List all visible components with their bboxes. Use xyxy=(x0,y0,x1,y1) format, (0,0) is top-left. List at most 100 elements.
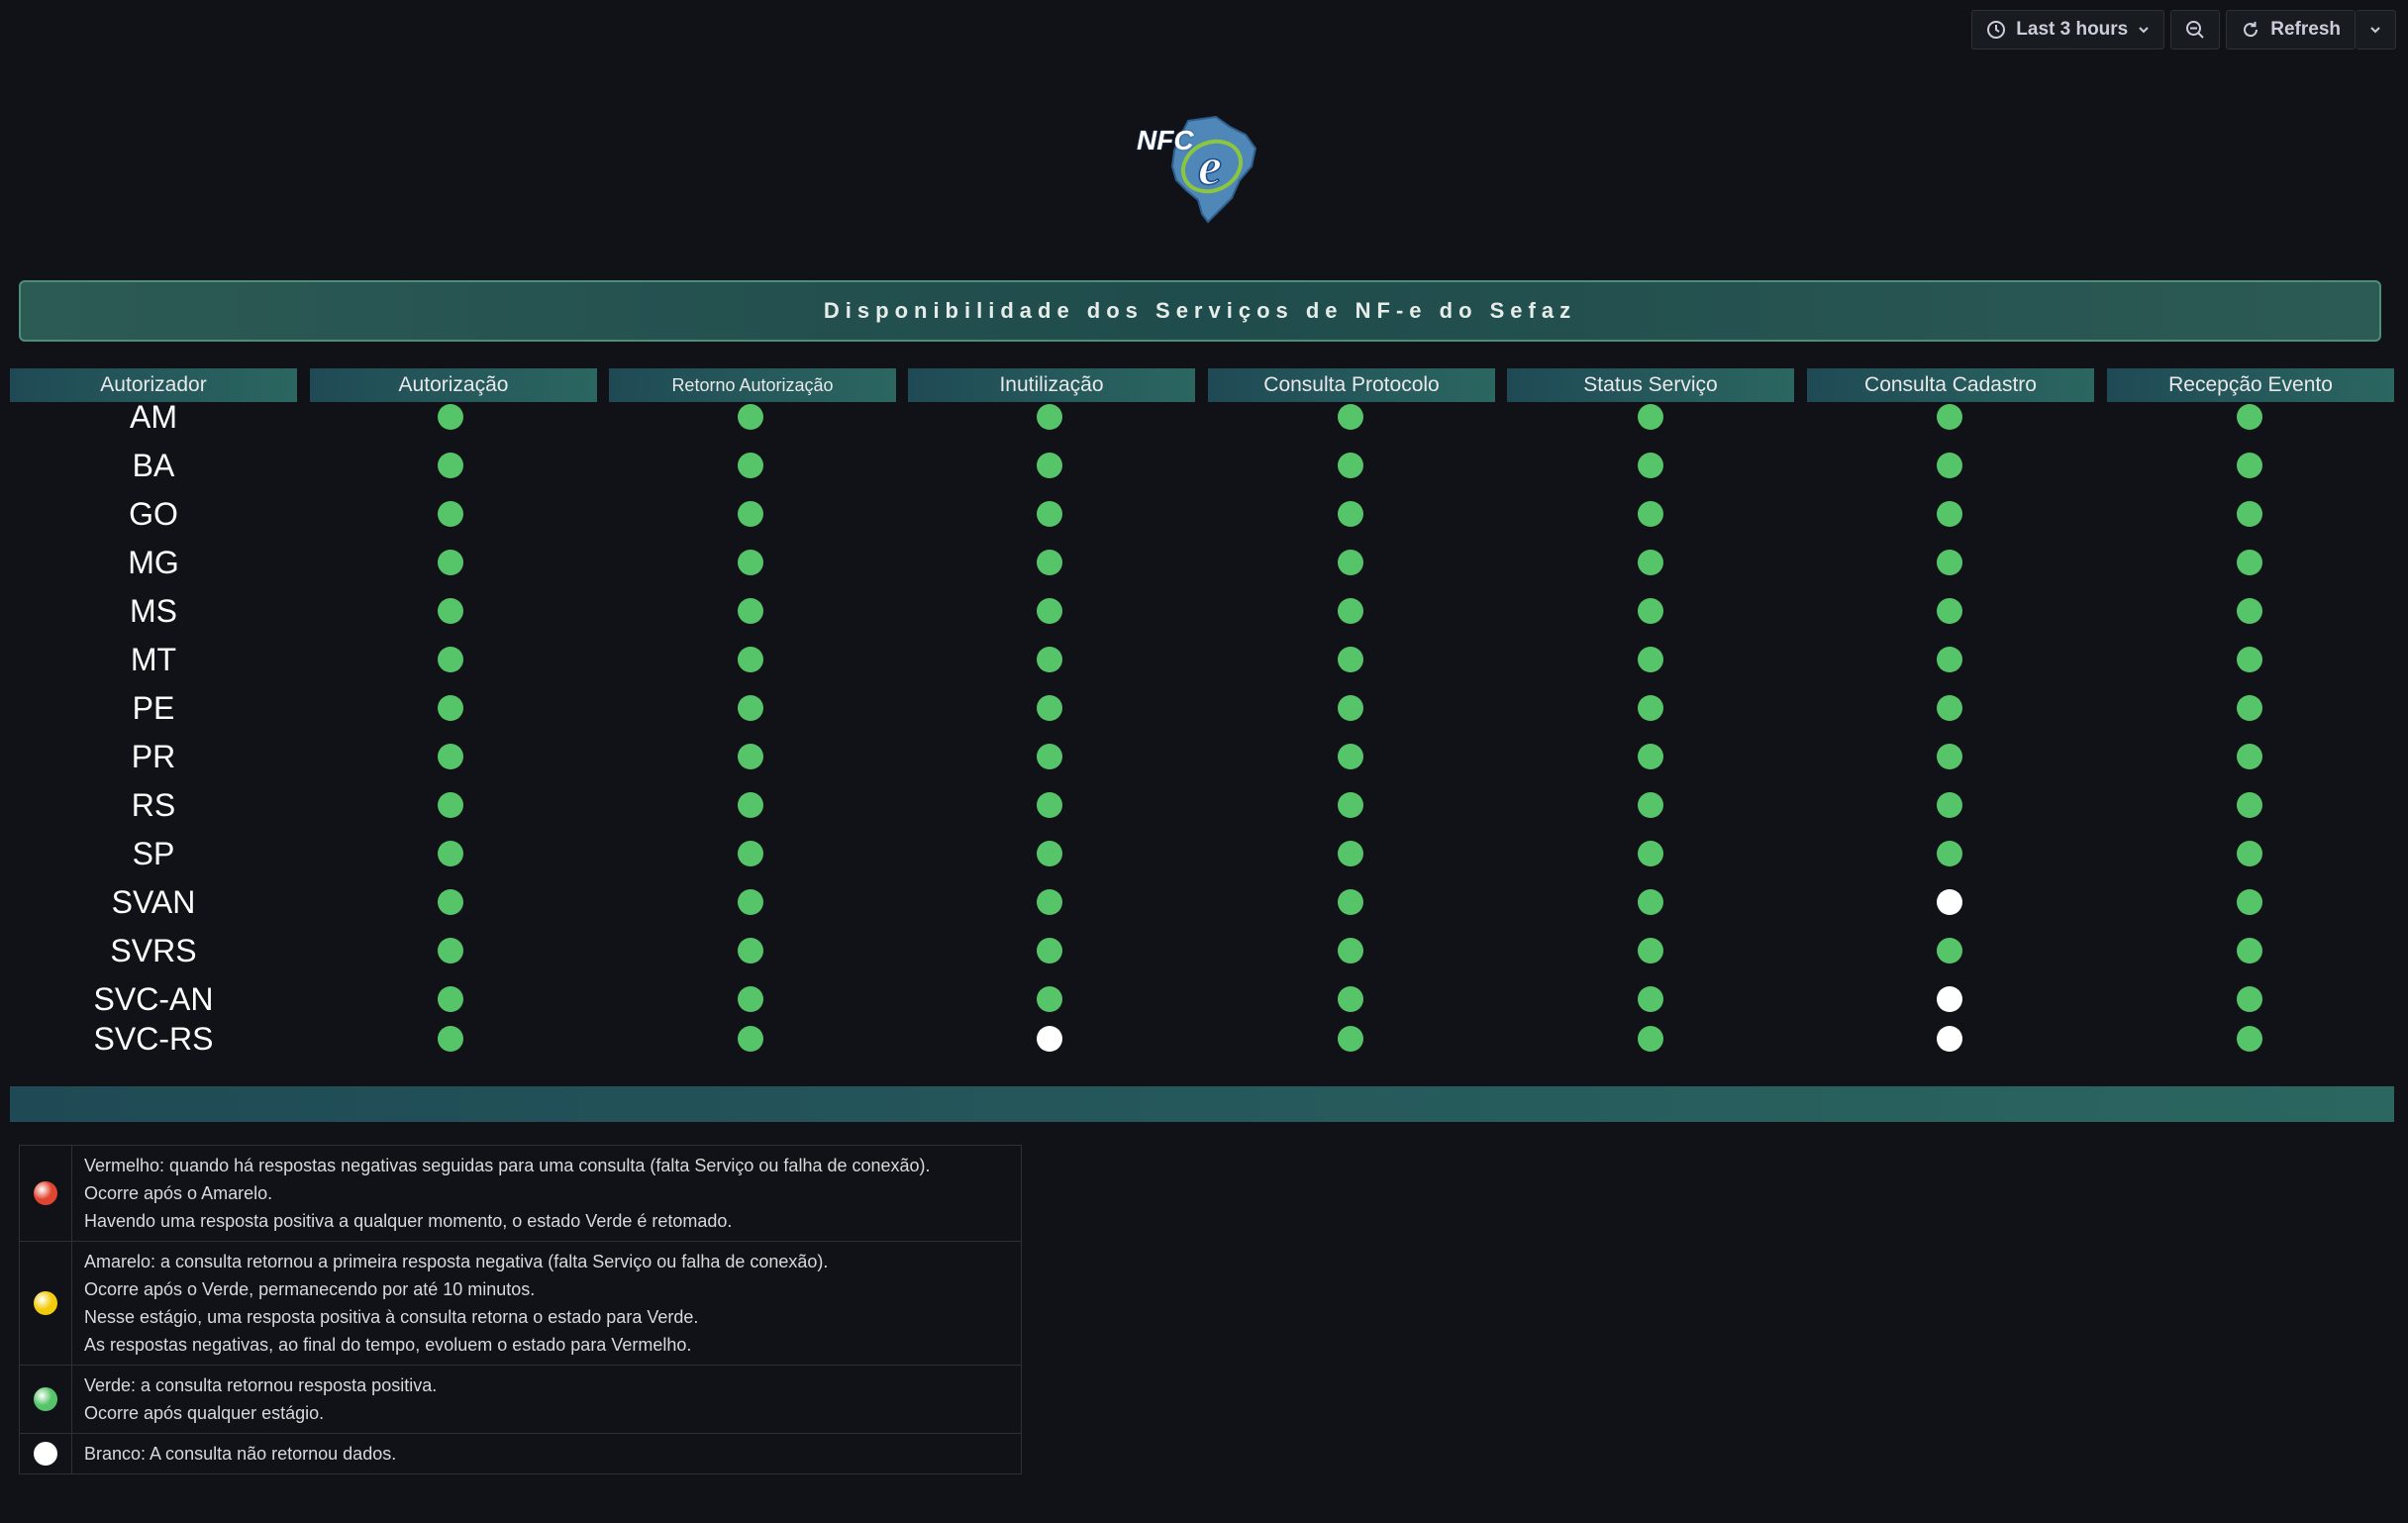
status-indicator-green xyxy=(438,453,463,478)
legend-icon-cell xyxy=(20,1242,72,1365)
zoom-out-icon xyxy=(2186,21,2204,39)
legend-line: Nesse estágio, uma resposta positiva à c… xyxy=(84,1307,699,1327)
status-indicator-green xyxy=(2237,501,2262,527)
status-indicator-green xyxy=(2237,453,2262,478)
time-range-label: Last 3 hours xyxy=(2016,19,2129,40)
status-indicator-green xyxy=(438,792,463,818)
status-indicator-green xyxy=(1937,550,1962,575)
status-indicator-green xyxy=(738,1026,763,1052)
autorizador-label: PR xyxy=(131,738,176,774)
status-indicator-green xyxy=(438,986,463,1012)
status-indicator-green xyxy=(1037,501,1062,527)
status-indicator-green xyxy=(1638,938,1663,964)
status-indicator-green xyxy=(438,841,463,866)
status-legend: Vermelho: quando há respostas negativas … xyxy=(19,1145,1022,1474)
refresh-label: Refresh xyxy=(2270,19,2341,40)
refresh-icon xyxy=(2244,22,2258,38)
status-indicator-green xyxy=(1338,1026,1363,1052)
status-indicator-green xyxy=(738,550,763,575)
chevron-down-icon xyxy=(2139,27,2149,34)
autorizador-label: MT xyxy=(130,641,177,677)
status-indicator-green xyxy=(1037,453,1062,478)
red-circle-icon xyxy=(34,1181,57,1205)
legend-item-yellow: Amarelo: a consulta retornou a primeira … xyxy=(20,1242,1021,1366)
status-indicator-green xyxy=(2237,938,2262,964)
table-row: AM xyxy=(0,397,2408,437)
legend-line: Havendo uma resposta positiva a qualquer… xyxy=(84,1211,733,1231)
table-row: RS xyxy=(0,785,2408,825)
status-indicator-green xyxy=(1338,453,1363,478)
status-indicator-green xyxy=(1638,695,1663,721)
dashboard-toolbar: Last 3 hours Refresh xyxy=(1971,10,2396,50)
status-indicator-green xyxy=(438,598,463,624)
status-indicator-green xyxy=(438,647,463,672)
status-indicator-green xyxy=(1937,404,1962,430)
status-indicator-green xyxy=(1037,695,1062,721)
status-indicator-green xyxy=(1638,550,1663,575)
status-indicator-green xyxy=(1937,841,1962,866)
autorizador-label: SVC-RS xyxy=(93,1020,214,1057)
status-indicator-green xyxy=(2237,792,2262,818)
table-row: SVAN xyxy=(0,882,2408,922)
status-indicator-green xyxy=(2237,647,2262,672)
status-indicator-green xyxy=(1638,598,1663,624)
refresh-group: Refresh xyxy=(2226,10,2396,50)
table-row: MS xyxy=(0,591,2408,631)
status-indicator-green xyxy=(1937,501,1962,527)
table-row: SP xyxy=(0,834,2408,873)
chevron-down-icon xyxy=(2370,27,2380,34)
logo-text: NFC xyxy=(1137,125,1194,155)
status-indicator-green xyxy=(1338,598,1363,624)
status-indicator-green xyxy=(1937,453,1962,478)
refresh-interval-dropdown[interactable] xyxy=(2356,10,2396,50)
status-indicator-green xyxy=(738,404,763,430)
clock-icon xyxy=(1987,21,2006,39)
table-row: SVC-AN xyxy=(0,979,2408,1019)
status-indicator-green xyxy=(1037,744,1062,769)
status-indicator-green xyxy=(738,938,763,964)
status-indicator-green xyxy=(1338,647,1363,672)
status-indicator-green xyxy=(1638,841,1663,866)
status-indicator-green xyxy=(1037,404,1062,430)
status-indicator-green xyxy=(1937,744,1962,769)
status-indicator-green xyxy=(738,744,763,769)
zoom-out-button[interactable] xyxy=(2170,10,2221,50)
status-indicator-green xyxy=(438,550,463,575)
status-indicator-green xyxy=(738,986,763,1012)
legend-text: Verde: a consulta retornou resposta posi… xyxy=(72,1366,449,1433)
status-indicator-white xyxy=(1037,1026,1062,1052)
legend-icon-cell xyxy=(20,1434,72,1473)
status-indicator-green xyxy=(1638,889,1663,915)
legend-item-red: Vermelho: quando há respostas negativas … xyxy=(20,1146,1021,1242)
autorizador-label: SP xyxy=(132,835,175,871)
status-indicator-green xyxy=(738,501,763,527)
status-indicator-green xyxy=(738,647,763,672)
status-indicator-green xyxy=(1338,889,1363,915)
table-footer-bar xyxy=(10,1086,2394,1122)
autorizador-label: SVRS xyxy=(110,932,197,968)
status-indicator-green xyxy=(1937,938,1962,964)
page-title-banner: Disponibilidade dos Serviços de NF-e do … xyxy=(19,280,2381,342)
status-indicator-green xyxy=(438,695,463,721)
autorizador-label: MG xyxy=(128,544,179,580)
autorizador-label: BA xyxy=(132,447,175,483)
green-circle-icon xyxy=(34,1387,57,1411)
nfce-logo: e NFC xyxy=(1129,111,1267,230)
status-indicator-white xyxy=(1937,986,1962,1012)
table-row: GO xyxy=(0,494,2408,534)
table-row: SVRS xyxy=(0,931,2408,970)
status-indicator-green xyxy=(1338,404,1363,430)
legend-text: Branco: A consulta não retornou dados. xyxy=(72,1434,408,1473)
status-indicator-green xyxy=(2237,744,2262,769)
status-indicator-green xyxy=(1937,647,1962,672)
status-indicator-green xyxy=(1638,453,1663,478)
status-indicator-green xyxy=(1638,1026,1663,1052)
status-indicator-white xyxy=(1937,889,1962,915)
time-range-picker[interactable]: Last 3 hours xyxy=(1971,10,2165,50)
refresh-button[interactable]: Refresh xyxy=(2226,10,2356,50)
status-indicator-green xyxy=(1037,598,1062,624)
status-indicator-green xyxy=(2237,889,2262,915)
status-indicator-green xyxy=(438,1026,463,1052)
status-indicator-green xyxy=(438,501,463,527)
legend-item-green: Verde: a consulta retornou resposta posi… xyxy=(20,1366,1021,1434)
